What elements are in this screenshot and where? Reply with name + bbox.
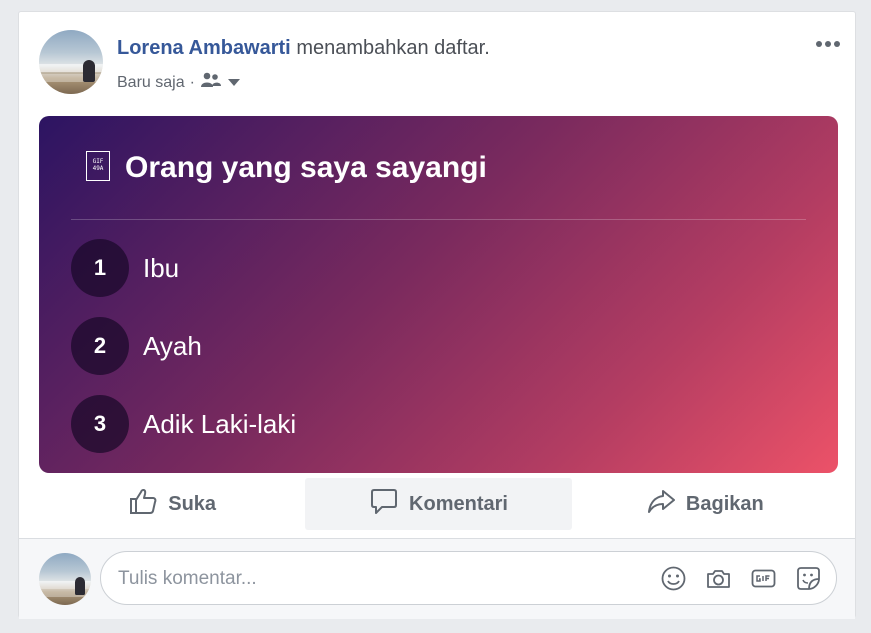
more-dot-icon xyxy=(816,41,822,47)
list-icon: GIF 49A xyxy=(86,151,110,181)
more-options-button[interactable] xyxy=(813,34,843,54)
like-label: Suka xyxy=(168,492,217,515)
item-label: Adik Laki-laki xyxy=(143,408,297,439)
comment-composer: Tulis komentar... xyxy=(19,538,855,619)
share-label: Bagikan xyxy=(685,492,764,515)
list-item: 1 Ibu xyxy=(71,239,179,297)
like-button[interactable]: Suka xyxy=(39,478,305,530)
user-avatar[interactable] xyxy=(39,553,91,605)
item-number-badge: 1 xyxy=(71,239,129,297)
item-number-badge: 2 xyxy=(71,317,129,375)
item-number-badge: 3 xyxy=(71,395,129,453)
chevron-down-icon[interactable] xyxy=(227,74,241,92)
sticker-icon[interactable] xyxy=(795,565,822,592)
list-item: 2 Ayah xyxy=(71,317,202,375)
post-action-text: menambahkan daftar. xyxy=(296,37,490,59)
post-timestamp[interactable]: Baru saja xyxy=(117,74,185,92)
share-button[interactable]: Bagikan xyxy=(572,478,838,530)
comment-icon xyxy=(369,486,399,522)
list-item: 3 Adik Laki-laki xyxy=(71,395,296,453)
list-card[interactable]: GIF 49A Orang yang saya sayangi 1 Ibu 2 … xyxy=(39,116,838,473)
item-label: Ibu xyxy=(143,252,180,283)
item-label: Ayah xyxy=(143,330,202,361)
more-dot-icon xyxy=(825,41,831,47)
share-arrow-icon xyxy=(646,486,676,522)
list-title: Orang yang saya sayangi xyxy=(125,151,487,184)
post-meta: Baru saja · xyxy=(117,72,241,93)
comment-tools xyxy=(660,565,822,592)
author-avatar[interactable] xyxy=(39,30,103,94)
comment-input[interactable]: Tulis komentar... xyxy=(100,551,837,605)
post-header: Lorena Ambawarti menambahkan daftar. xyxy=(117,37,490,60)
friends-icon[interactable] xyxy=(200,72,222,93)
camera-icon[interactable] xyxy=(705,565,732,592)
author-name-link[interactable]: Lorena Ambawarti xyxy=(117,37,291,59)
comment-label: Komentari xyxy=(409,492,508,515)
comment-placeholder: Tulis komentar... xyxy=(118,568,257,589)
emoji-icon[interactable] xyxy=(660,565,687,592)
post-actions: Suka Komentari Bagikan xyxy=(39,478,838,530)
more-dot-icon xyxy=(834,41,840,47)
thumbs-up-icon xyxy=(128,486,158,522)
post-card: Lorena Ambawarti menambahkan daftar. Bar… xyxy=(18,11,856,619)
comment-button[interactable]: Komentari xyxy=(305,478,572,530)
list-divider xyxy=(71,219,806,220)
meta-separator: · xyxy=(189,73,195,91)
gif-icon[interactable] xyxy=(750,565,777,592)
